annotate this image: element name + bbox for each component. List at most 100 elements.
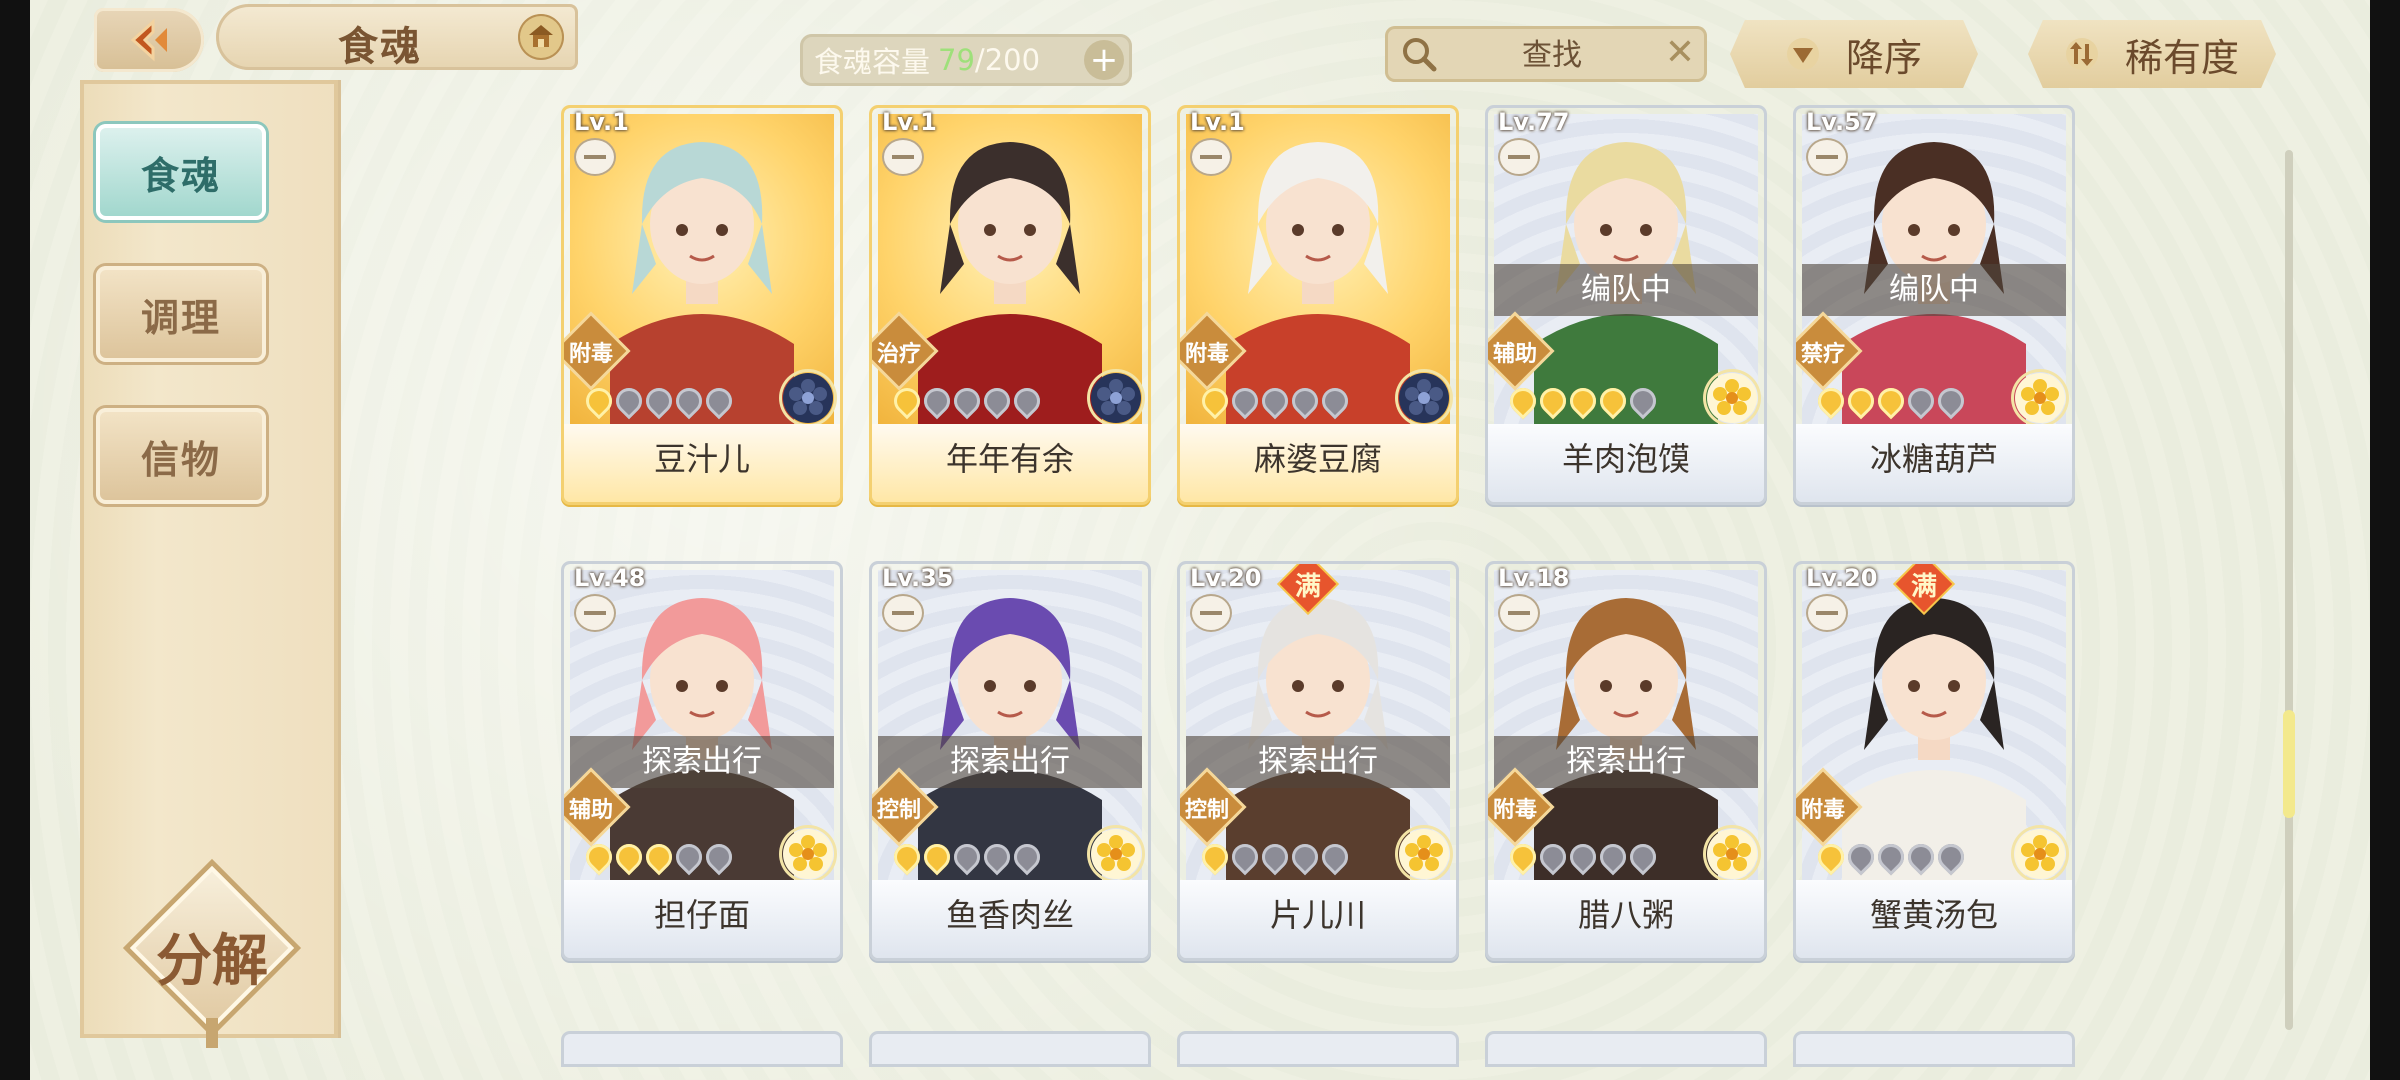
- search-icon: [1403, 38, 1437, 72]
- card-partial[interactable]: [1180, 1034, 1456, 1064]
- star-icon: [1316, 838, 1354, 876]
- status-banner: 编队中: [1494, 264, 1758, 316]
- star-icon: [1812, 382, 1850, 420]
- food-soul-card[interactable]: 探索出行 Lv.18 附毒 腊八粥: [1488, 564, 1764, 958]
- level-badge-icon: [576, 140, 614, 174]
- food-soul-card[interactable]: 探索出行 Lv.48 辅助 担仔面: [564, 564, 840, 958]
- level-badge-icon: [1500, 596, 1538, 630]
- role-label: 附毒: [1800, 798, 1845, 823]
- star-icon: [1594, 382, 1632, 420]
- food-soul-card[interactable]: Lv.20 满附毒 蟹黄汤包: [1796, 564, 2072, 958]
- role-badge: 治疗: [872, 315, 935, 387]
- home-button[interactable]: [518, 14, 564, 60]
- character-name: 蟹黄汤包: [1869, 896, 1998, 934]
- food-soul-card[interactable]: 编队中 Lv.77 辅助 羊肉泡馍: [1488, 108, 1764, 502]
- gold-flower-icon: [1706, 372, 1758, 424]
- food-soul-card[interactable]: 探索出行 Lv.35 控制 鱼香肉丝: [872, 564, 1148, 958]
- sidebar-item-food-soul[interactable]: 食魂: [96, 124, 266, 220]
- level-label: Lv.48: [574, 564, 646, 592]
- star-icon: [1624, 838, 1662, 876]
- character-name: 担仔面: [653, 896, 750, 934]
- sidebar-item-token[interactable]: 信物: [96, 408, 266, 504]
- food-soul-card[interactable]: Lv.1 附毒 豆汁儿: [564, 108, 840, 502]
- role-badge: 附毒: [1488, 771, 1551, 843]
- card-footer: 冰糖葫芦: [1796, 424, 2072, 502]
- level-label: Lv.57: [1806, 108, 1878, 136]
- role-badge: 控制: [872, 771, 935, 843]
- star-icon: [1226, 382, 1264, 420]
- star-icon: [948, 838, 986, 876]
- star-icon: [1196, 838, 1234, 876]
- capacity-indicator: 食魂容量 79 / 200 +: [800, 34, 1132, 86]
- card-footer: 鱼香肉丝: [872, 880, 1148, 958]
- star-rating: [1504, 382, 1662, 420]
- dark-flower-icon: [1090, 372, 1142, 424]
- sidebar-item-label: 信物: [140, 437, 221, 482]
- back-button[interactable]: [94, 8, 204, 72]
- star-icon: [1534, 382, 1572, 420]
- star-icon: [1256, 838, 1294, 876]
- sort-order-button[interactable]: 降序: [1730, 20, 1978, 88]
- star-icon: [1534, 838, 1572, 876]
- pavilion-icon: [529, 25, 553, 47]
- star-icon: [1008, 838, 1046, 876]
- character-name: 麻婆豆腐: [1253, 440, 1382, 478]
- food-soul-screen: 食魂 食魂容量 79 / 200 + ✕ 降序: [30, 0, 2370, 1080]
- sidebar-item-cooking[interactable]: 调理: [96, 266, 266, 362]
- card-partial[interactable]: [872, 1034, 1148, 1064]
- gold-flower-icon: [2014, 828, 2066, 880]
- level-badge-icon: [1808, 140, 1846, 174]
- card-footer: 片儿川: [1180, 880, 1456, 958]
- close-icon[interactable]: ✕: [1665, 32, 1695, 73]
- star-icon: [1902, 382, 1940, 420]
- card-partial[interactable]: [564, 1034, 840, 1064]
- star-rating: [580, 838, 738, 876]
- star-icon: [1932, 838, 1970, 876]
- sort-by-button[interactable]: 稀有度: [2028, 20, 2276, 88]
- search-input[interactable]: [1455, 32, 1649, 78]
- role-badge: 附毒: [564, 315, 627, 387]
- food-soul-card[interactable]: Lv.1 附毒 麻婆豆腐: [1180, 108, 1456, 502]
- gold-flower-icon: [2014, 372, 2066, 424]
- star-icon: [1008, 382, 1046, 420]
- back-arrow-icon: [130, 18, 167, 62]
- role-label: 附毒: [568, 342, 613, 367]
- sort-arrows-icon: [2065, 38, 2098, 70]
- role-label: 辅助: [568, 798, 613, 823]
- card-partial[interactable]: [1488, 1034, 1764, 1064]
- role-badge: 附毒: [1180, 315, 1243, 387]
- capacity-add-button[interactable]: +: [1084, 40, 1124, 80]
- level-label: Lv.18: [1498, 564, 1570, 592]
- role-badge: 辅助: [564, 771, 627, 843]
- star-icon: [1872, 838, 1910, 876]
- level-badge-icon: [1192, 140, 1230, 174]
- capacity-label: 食魂容量: [814, 45, 931, 79]
- role-badge: 辅助: [1488, 315, 1551, 387]
- role-label: 附毒: [1184, 342, 1229, 367]
- card-partial[interactable]: [1796, 1034, 2072, 1064]
- dark-flower-icon: [782, 372, 834, 424]
- star-rating: [888, 838, 1046, 876]
- title-tab: 食魂: [216, 4, 578, 70]
- scrollbar-track[interactable]: [2285, 150, 2293, 1030]
- star-icon: [918, 838, 956, 876]
- scrollbar-thumb[interactable]: [2283, 710, 2295, 818]
- star-rating: [1504, 838, 1662, 876]
- gold-flower-icon: [1706, 828, 1758, 880]
- card-footer: 腊八粥: [1488, 880, 1764, 958]
- star-icon: [1196, 382, 1234, 420]
- gold-flower-icon: [782, 828, 834, 880]
- star-icon: [978, 382, 1016, 420]
- food-soul-card[interactable]: 编队中 Lv.57 禁疗 冰糖葫芦: [1796, 108, 2072, 502]
- level-badge-icon: [576, 596, 614, 630]
- character-name: 羊肉泡馍: [1561, 440, 1690, 478]
- food-soul-card[interactable]: Lv.1 治疗 年年有余: [872, 108, 1148, 502]
- status-banner: 编队中: [1802, 264, 2066, 316]
- food-soul-card[interactable]: 探索出行 Lv.20 满控制 片儿川: [1180, 564, 1456, 958]
- star-icon: [610, 382, 648, 420]
- star-icon: [670, 838, 708, 876]
- page-title: 食魂: [338, 24, 422, 70]
- capacity-max: 200: [984, 43, 1041, 77]
- search-box[interactable]: ✕: [1385, 26, 1707, 82]
- decompose-button[interactable]: 分解: [129, 865, 295, 1048]
